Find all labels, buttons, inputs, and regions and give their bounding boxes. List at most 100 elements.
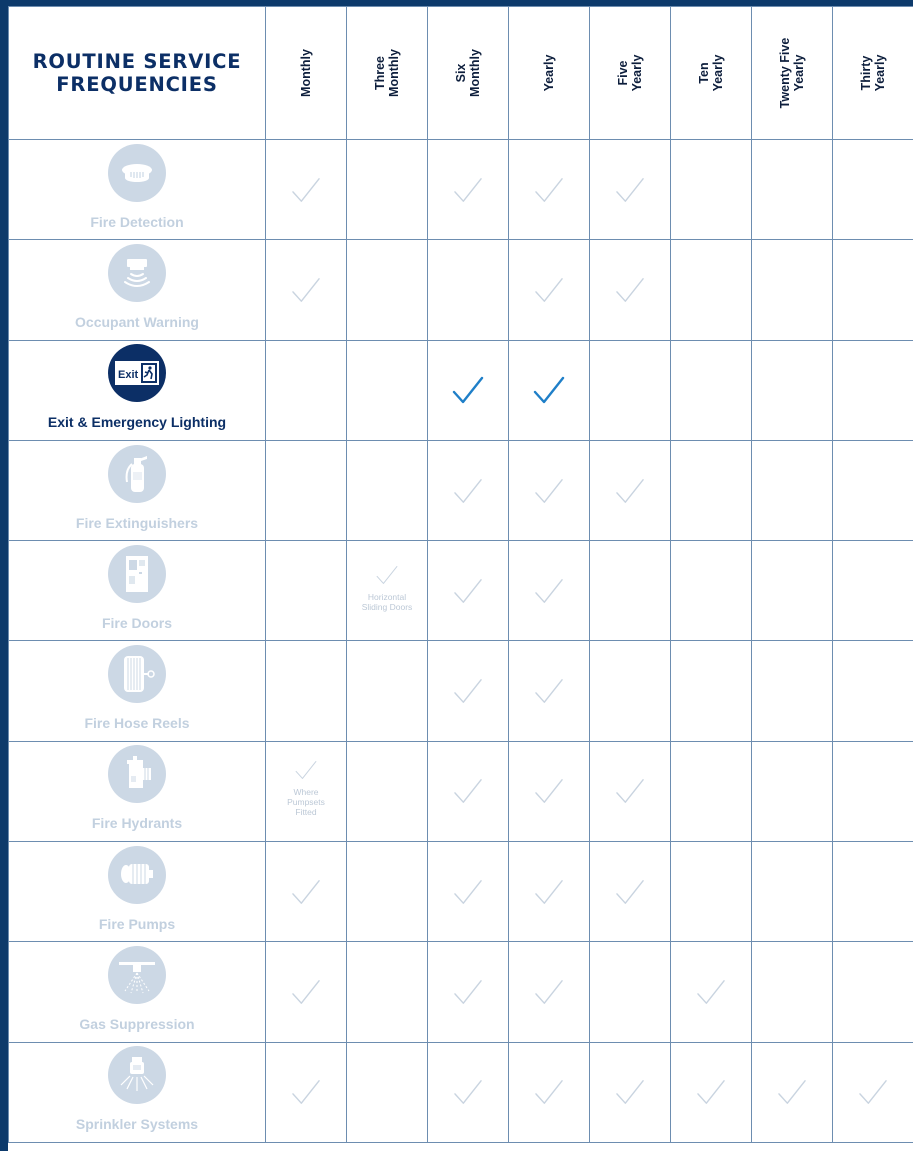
column-header: Monthly [265, 6, 347, 140]
frequency-cell: Where Pumpsets Fitted [265, 740, 347, 843]
checkmark-icon [509, 375, 589, 405]
checkmark-icon [266, 1078, 346, 1106]
frequency-cell [346, 1041, 428, 1144]
checkmark-icon [509, 878, 589, 906]
checkmark-icon [590, 777, 670, 805]
frequency-cell [751, 540, 833, 642]
checkmark-icon [428, 577, 508, 605]
checkmark-icon [671, 978, 751, 1006]
frequency-cell [832, 841, 913, 943]
frequency-cell [427, 138, 509, 241]
frequency-cell [427, 740, 509, 843]
frequency-cell [670, 740, 752, 843]
checkmark-icon [266, 759, 346, 781]
frequency-note: Horizontal Sliding Doors [361, 591, 413, 612]
frequency-cell: Horizontal Sliding Doors [346, 540, 428, 642]
frequency-cell [832, 740, 913, 843]
frequency-cell [346, 841, 428, 943]
frequency-cell [508, 339, 590, 441]
system-cell: Fire Doors [8, 540, 266, 642]
frequency-cell [508, 540, 590, 642]
checkmark-icon [590, 1078, 670, 1106]
column-header: Yearly [508, 6, 590, 140]
table-row: Fire Pumps [8, 841, 913, 943]
frequency-cell [751, 138, 833, 241]
frequency-cell [265, 941, 347, 1043]
hose-reel-icon [108, 645, 166, 704]
checkmark-icon [428, 677, 508, 705]
frequency-cell [508, 941, 590, 1043]
checkmark-icon [833, 1078, 913, 1106]
column-header-label: Monthly [299, 49, 313, 97]
checkmark-icon [266, 878, 346, 906]
smoke-detector-icon [108, 143, 166, 202]
system-name: Exit & Emergency Lighting [47, 414, 227, 431]
table-row: Fire Hydrants Where Pumpsets Fitted [8, 740, 913, 843]
frequency-cell [427, 439, 509, 542]
system-cell: Fire Hose Reels [8, 640, 266, 742]
checkmark-icon [428, 477, 508, 505]
frequency-cell [832, 138, 913, 241]
frequency-cell [751, 339, 833, 441]
system-cell: Gas Suppression [8, 941, 266, 1043]
system-cell: Occupant Warning [8, 239, 266, 341]
column-header: Thirty Yearly [832, 6, 913, 140]
frequency-cell [427, 540, 509, 642]
frequency-cell [508, 439, 590, 542]
checkmark-icon [590, 176, 670, 204]
frequency-cell [832, 239, 913, 341]
frequency-cell [589, 640, 671, 742]
frequency-cell [589, 339, 671, 441]
frequency-cell [346, 740, 428, 843]
checkmark-icon [509, 477, 589, 505]
frequency-cell [670, 640, 752, 742]
frequency-cell [346, 640, 428, 742]
checkmark-icon [509, 276, 589, 304]
system-name: Fire Extinguishers [75, 514, 199, 531]
table-row: Exit Exit & Emergency Lighting [8, 339, 913, 441]
checkmark-icon [428, 1078, 508, 1106]
frequency-cell [346, 439, 428, 542]
frequency-cell [751, 239, 833, 341]
frequency-cell [508, 640, 590, 742]
column-header: Ten Yearly [670, 6, 752, 140]
system-cell: Fire Pumps [8, 841, 266, 943]
checkmark-icon [428, 878, 508, 906]
frequency-cell [670, 138, 752, 241]
frequency-cell [589, 1041, 671, 1144]
frequency-cell [832, 640, 913, 742]
checkmark-icon [428, 777, 508, 805]
frequency-cell [427, 1041, 509, 1144]
system-name: Gas Suppression [79, 1016, 195, 1033]
frequency-cell [832, 540, 913, 642]
column-header: Twenty Five Yearly [751, 6, 833, 140]
column-header-label: Thirty Yearly [859, 54, 887, 92]
extinguisher-icon [108, 444, 166, 503]
frequency-cell [589, 239, 671, 341]
checkmark-icon [347, 564, 427, 586]
warning-speaker-icon [108, 243, 166, 302]
system-name: Fire Pumps [98, 915, 176, 932]
frequency-cell [832, 1041, 913, 1144]
checkmark-icon [671, 1078, 751, 1106]
table-row: Fire Hose Reels [8, 640, 913, 742]
frequency-cell [589, 138, 671, 241]
frequency-cell [265, 1041, 347, 1144]
frequency-cell [508, 1041, 590, 1144]
table-row: Fire Extinguishers [8, 439, 913, 542]
table-row: Sprinkler Systems [8, 1041, 913, 1144]
frequency-cell [670, 540, 752, 642]
checkmark-icon [428, 978, 508, 1006]
table-row: Fire Doors Horizontal Sliding Doors [8, 540, 913, 642]
frequency-cell [265, 339, 347, 441]
service-frequency-table: ROUTINE SERVICE FREQUENCIES Monthly Three… [8, 6, 913, 1144]
frequency-cell [346, 138, 428, 241]
system-name: Fire Hydrants [91, 815, 183, 832]
frequency-cell [265, 841, 347, 943]
frequency-cell [751, 1041, 833, 1144]
checkmark-icon [509, 176, 589, 204]
checkmark-icon [266, 978, 346, 1006]
frequency-cell [832, 941, 913, 1043]
checkmark-icon [509, 777, 589, 805]
system-name: Fire Detection [90, 213, 184, 230]
